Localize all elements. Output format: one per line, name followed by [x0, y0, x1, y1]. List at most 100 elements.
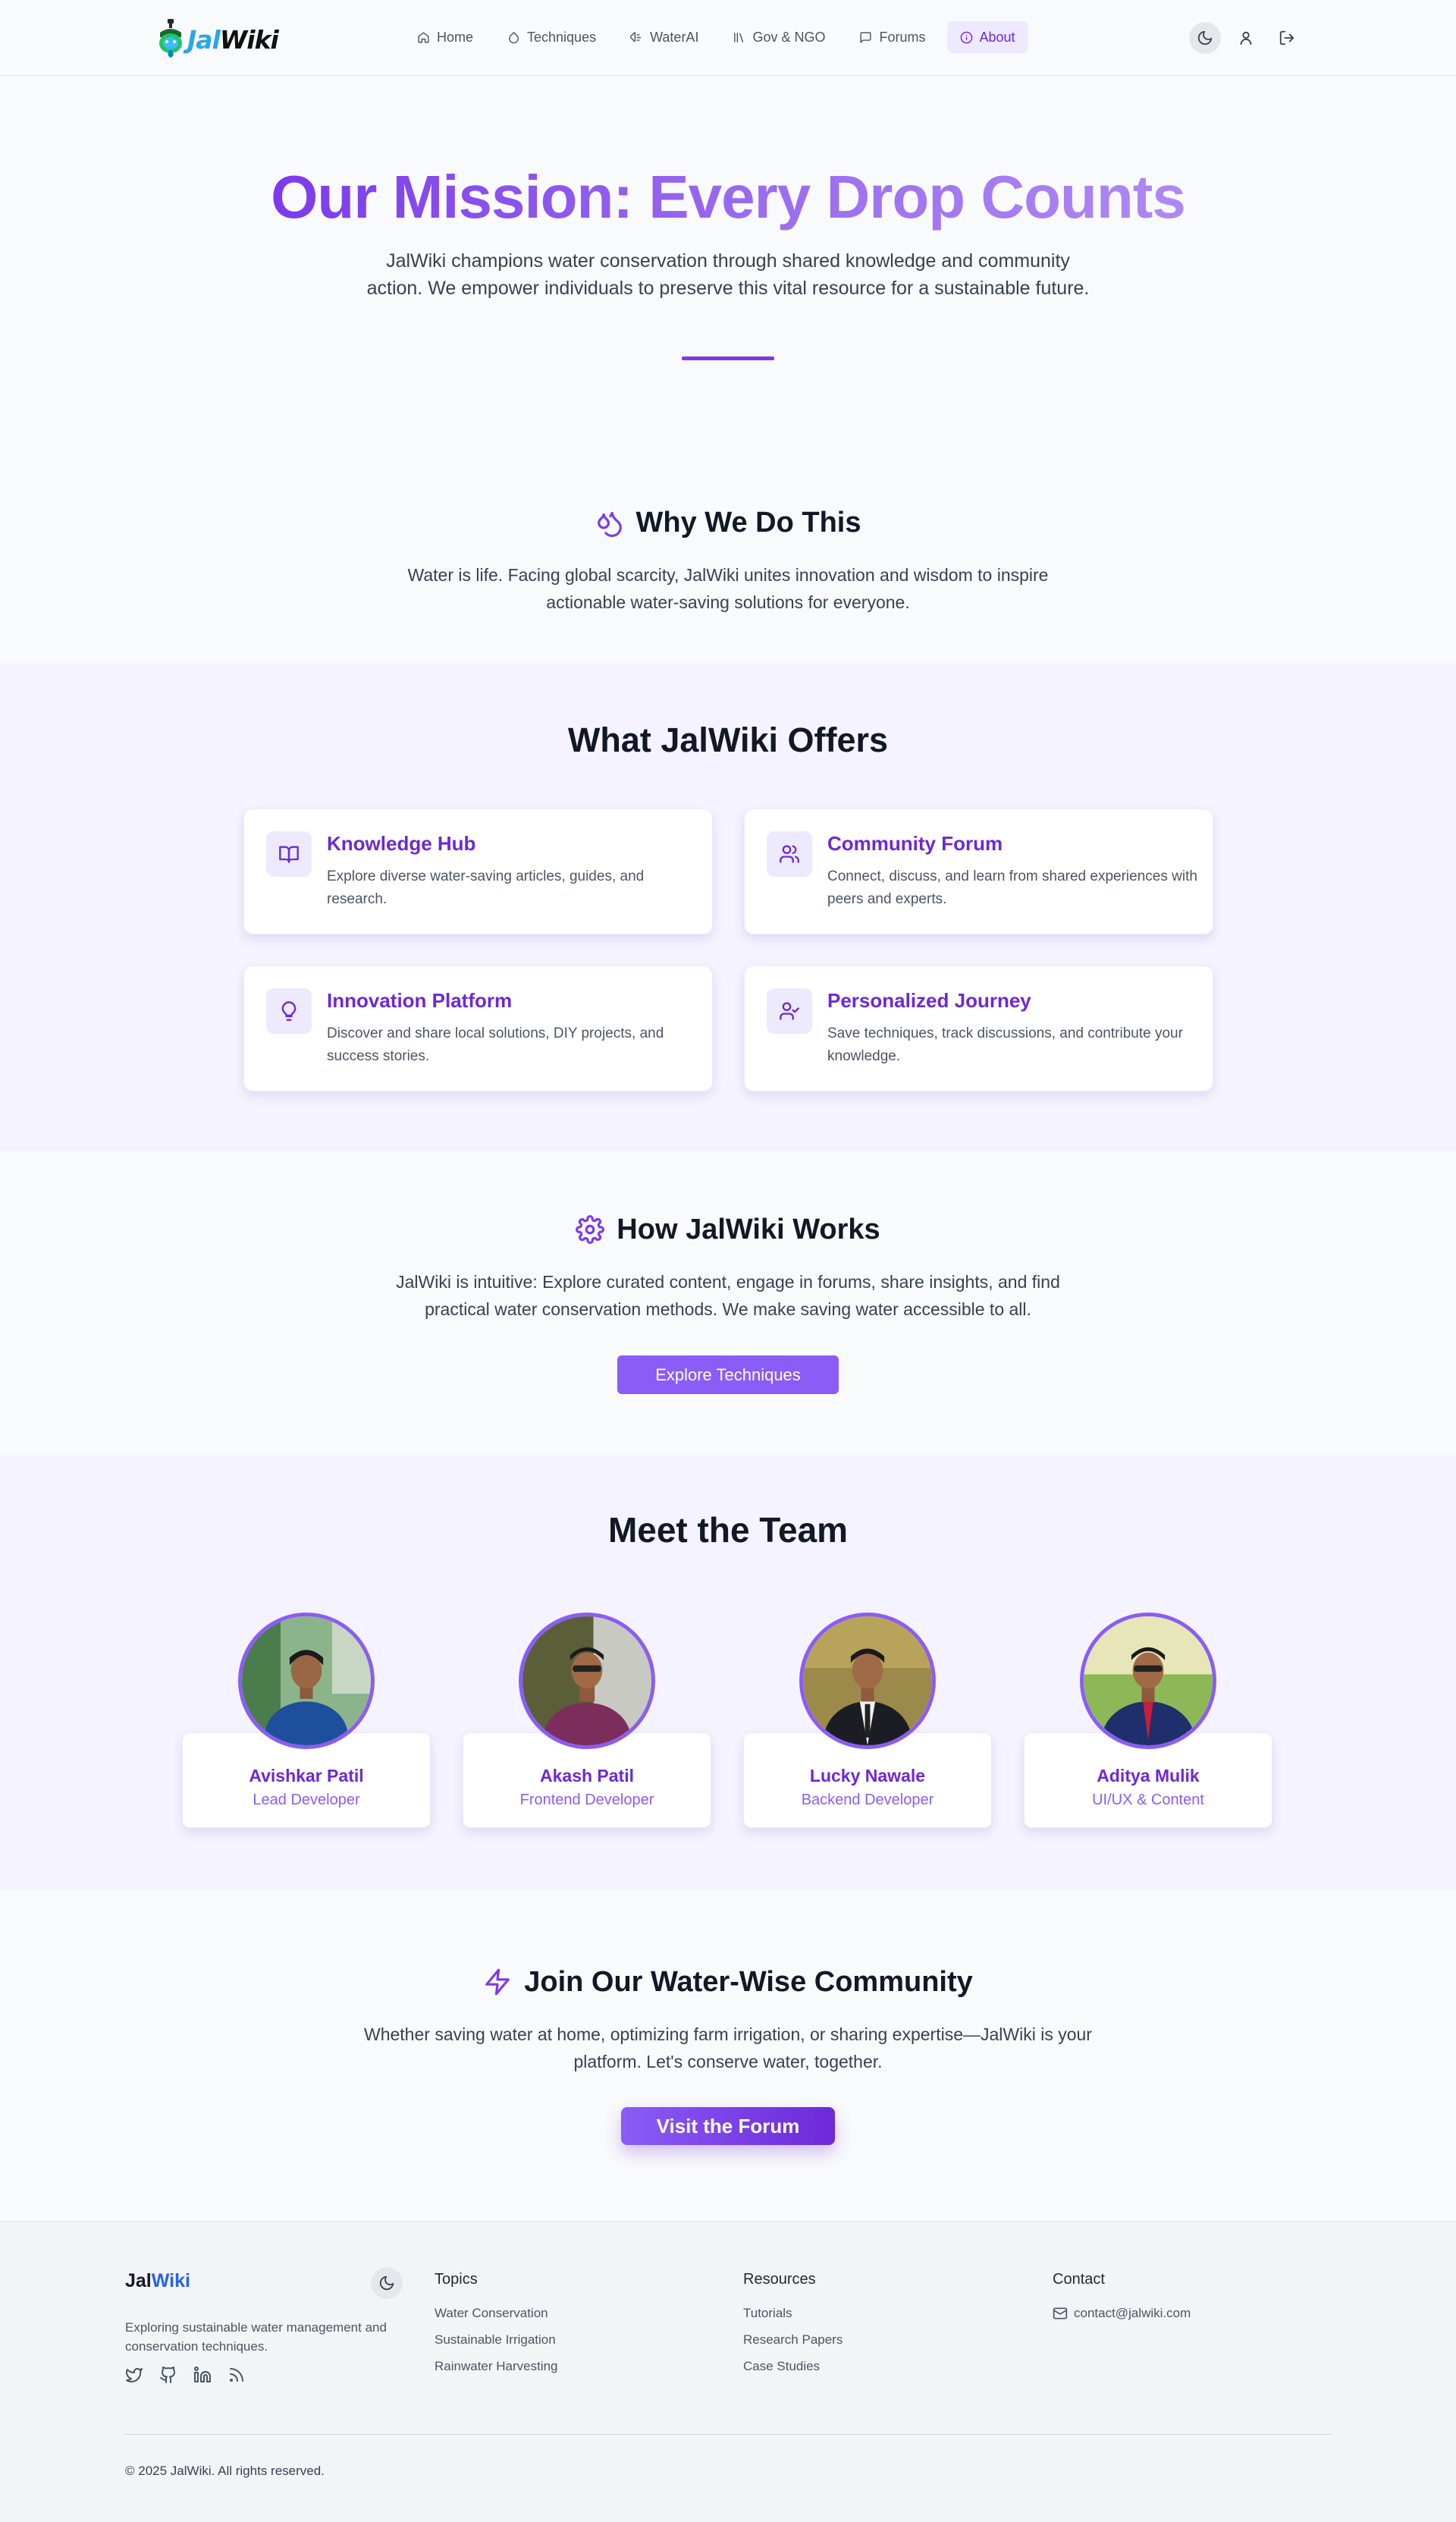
github-icon[interactable]	[159, 2366, 177, 2384]
avatar	[1080, 1613, 1216, 1749]
offer-desc: Explore diverse water-saving articles, g…	[327, 868, 645, 907]
users-icon	[780, 845, 799, 863]
nav-about[interactable]: About	[946, 21, 1028, 53]
footer-col-title: Contact	[1053, 2271, 1105, 2288]
footer-email: contact@jalwiki.com	[1074, 2305, 1191, 2320]
member-name: Avishkar Patil	[249, 1766, 364, 1786]
offer-icon-box	[266, 988, 312, 1034]
how-title: How JalWiki Works	[617, 1213, 880, 1245]
nav-forums[interactable]: Forums	[846, 21, 938, 53]
visit-forum-button[interactable]: Visit the Forum	[621, 2107, 835, 2145]
home-icon	[418, 31, 429, 43]
nav-home-label: Home	[437, 29, 474, 45]
hero-divider	[682, 356, 774, 360]
nav-gov-ngo[interactable]: Gov & NGO	[720, 21, 838, 53]
rss-icon[interactable]	[228, 2366, 246, 2384]
offer-desc: Discover and share local solutions, DIY …	[327, 1025, 664, 1064]
ai-icon	[630, 31, 642, 42]
footer-link[interactable]: Rainwater Harvesting	[435, 2358, 558, 2374]
nav-forums-label: Forums	[879, 29, 926, 45]
logo-icon	[159, 19, 182, 58]
member-name: Aditya Mulik	[1097, 1766, 1200, 1786]
offer-title: Community Forum	[827, 832, 1003, 855]
library-icon	[734, 32, 744, 42]
footer-email-link[interactable]: contact@jalwiki.com	[1053, 2305, 1191, 2321]
why-title: Why We Do This	[635, 506, 861, 539]
footer-brand[interactable]: JalWiki	[125, 2270, 190, 2292]
footer-theme-toggle[interactable]	[371, 2267, 403, 2299]
offer-card-innovation-platform[interactable]: Innovation Platform Discover and share l…	[243, 966, 713, 1091]
footer-brand-jal: Jal	[125, 2270, 152, 2291]
logout-button[interactable]	[1271, 22, 1303, 54]
nav-about-label: About	[979, 29, 1015, 45]
logo-text-wiki: Wiki	[219, 24, 279, 55]
offer-icon-box	[767, 988, 812, 1034]
offer-title: Knowledge Hub	[327, 832, 476, 855]
footer-link[interactable]: Tutorials	[743, 2305, 843, 2321]
nav-home[interactable]: Home	[404, 21, 486, 53]
team-title: Meet the Team	[607, 1510, 849, 1550]
nav-techniques[interactable]: Techniques	[494, 21, 609, 53]
footer: JalWiki Exploring sustainable water mana…	[0, 2221, 1456, 2522]
footer-link[interactable]: Sustainable Irrigation	[435, 2332, 558, 2348]
logout-icon	[1279, 30, 1294, 46]
footer-link[interactable]: Research Papers	[743, 2332, 843, 2348]
avatar	[238, 1613, 375, 1749]
offer-card-knowledge-hub[interactable]: Knowledge Hub Explore diverse water-savi…	[243, 809, 713, 934]
gear-icon	[576, 1215, 605, 1244]
moon-icon	[379, 2275, 394, 2291]
offer-desc: Connect, discuss, and learn from shared …	[827, 868, 1197, 907]
join-text: Whether saving water at home, optimizing…	[364, 2024, 1092, 2071]
message-icon	[860, 31, 872, 43]
member-role: UI/UX & Content	[1092, 1792, 1204, 1808]
twitter-icon[interactable]	[125, 2366, 143, 2384]
nav-techniques-label: Techniques	[527, 29, 597, 45]
member-role: Backend Developer	[801, 1792, 934, 1808]
profile-button[interactable]	[1230, 22, 1262, 54]
nav-waterai-label: WaterAI	[650, 29, 699, 45]
footer-copyright: © 2025 JalWiki. All rights reserved.	[125, 2464, 325, 2478]
hero-subtitle: JalWiki champions water conservation thr…	[366, 250, 1090, 299]
zap-icon	[485, 1968, 510, 1996]
footer-topics-column: Topics Water Conservation Sustainable Ir…	[435, 2271, 558, 2385]
footer-description: Exploring sustainable water management a…	[125, 2320, 387, 2354]
linkedin-icon[interactable]	[193, 2366, 212, 2384]
droplet-icon	[509, 31, 519, 43]
offer-desc: Save techniques, track discussions, and …	[827, 1025, 1183, 1064]
user-check-icon	[780, 1002, 799, 1020]
avatar-photo	[1084, 1616, 1213, 1745]
book-icon	[279, 846, 299, 863]
footer-contact-column: Contact contact@jalwiki.com	[1053, 2271, 1191, 2332]
moon-icon	[1197, 30, 1213, 46]
member-role: Lead Developer	[253, 1792, 360, 1808]
logo-text-jal: Jal	[187, 24, 221, 55]
member-role: Frontend Developer	[519, 1792, 654, 1808]
why-heading: Why We Do This	[0, 504, 1456, 542]
theme-toggle-button[interactable]	[1189, 22, 1221, 54]
hero-title: Our Mission: Every Drop Counts	[0, 159, 1456, 235]
avatar	[799, 1613, 936, 1749]
how-heading: How JalWiki Works	[0, 1211, 1456, 1248]
offer-icon-box	[767, 831, 812, 877]
site-logo[interactable]: JalWiki	[155, 17, 279, 59]
footer-link[interactable]: Case Studies	[743, 2358, 843, 2374]
member-name: Lucky Nawale	[809, 1766, 926, 1786]
avatar-photo	[522, 1616, 651, 1745]
offer-card-community-forum[interactable]: Community Forum Connect, discuss, and le…	[744, 809, 1213, 934]
footer-brand-wiki: Wiki	[151, 2270, 190, 2291]
footer-social-links	[125, 2366, 246, 2384]
avatar-photo	[242, 1616, 371, 1745]
footer-resources-column: Resources Tutorials Research Papers Case…	[743, 2271, 843, 2385]
footer-link[interactable]: Water Conservation	[435, 2305, 558, 2321]
nav-waterai[interactable]: WaterAI	[617, 21, 711, 53]
hero-title-text: Our Mission: Every Drop Counts	[271, 163, 1186, 231]
droplets-icon	[597, 511, 622, 537]
footer-divider	[125, 2434, 1331, 2435]
main-menu: Home Techniques WaterAI Gov & NGO Forums…	[404, 21, 1037, 53]
offer-card-personalized-journey[interactable]: Personalized Journey Save techniques, tr…	[744, 966, 1213, 1091]
offer-title: Personalized Journey	[827, 989, 1031, 1012]
explore-techniques-button[interactable]: Explore Techniques	[617, 1355, 839, 1394]
why-text: Water is life. Facing global scarcity, J…	[407, 565, 1049, 612]
join-title: Join Our Water-Wise Community	[524, 1965, 973, 1998]
nav-gov-ngo-label: Gov & NGO	[752, 29, 826, 45]
